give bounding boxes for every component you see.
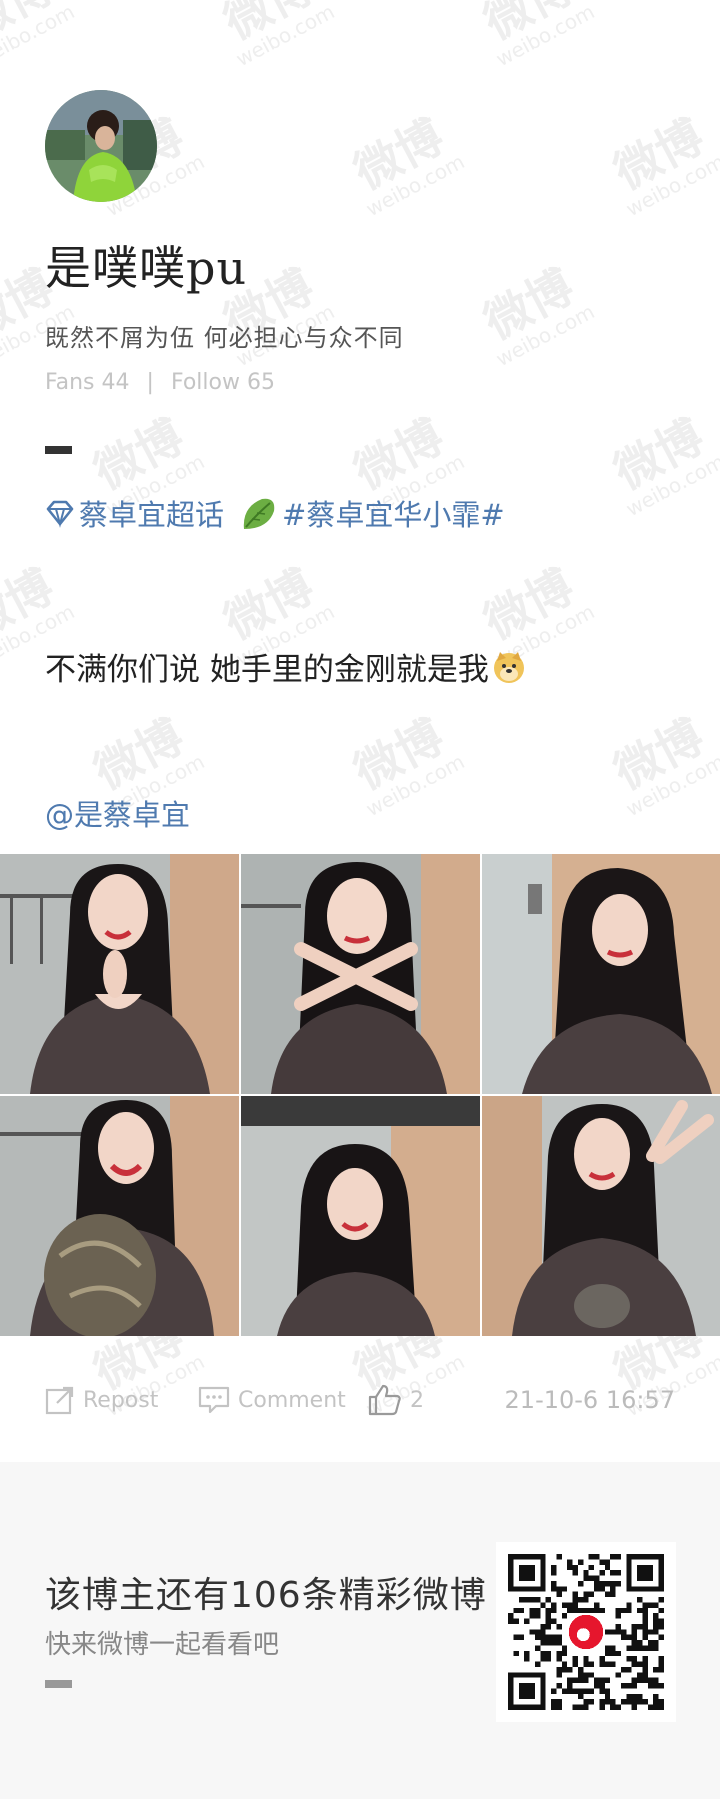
comment-button[interactable]: Comment [198, 1380, 346, 1420]
photo-grid [0, 854, 720, 1336]
super-topic-link[interactable]: 蔡卓宜超话 [79, 492, 224, 534]
post-body: 不满你们说 她手里的金刚就是我 [45, 644, 527, 689]
photo-1[interactable] [0, 854, 239, 1094]
mention-link[interactable]: @是蔡卓宜 [45, 792, 190, 834]
follow-count[interactable]: 65 [247, 370, 275, 395]
photo-3[interactable] [482, 854, 720, 1094]
post-timestamp: 21-10-6 16:57 [504, 1386, 675, 1414]
photo-5[interactable] [241, 1096, 480, 1336]
weibo-watermark: 微博weibo.com [475, 258, 599, 372]
footer-promo: 该博主还有106条精彩微博 快来微博一起看看吧 [0, 1462, 720, 1799]
like-count: 2 [410, 1387, 424, 1413]
like-button[interactable]: 2 [368, 1380, 424, 1420]
follow-label: Follow [170, 370, 240, 395]
topic-row: 蔡卓宜超话 #蔡卓宜华小霏# [45, 492, 505, 534]
stats-separator: | [146, 370, 154, 395]
user-bio: 既然不屑为伍 何必担心与众不同 [45, 324, 404, 352]
photo-4[interactable] [0, 1096, 239, 1336]
weibo-watermark: 微博weibo.com [215, 0, 339, 72]
footer-title: 该博主还有106条精彩微博 [45, 1575, 487, 1616]
photo-6[interactable] [482, 1096, 720, 1336]
avatar[interactable] [45, 90, 157, 202]
photo-2[interactable] [241, 854, 480, 1094]
weibo-watermark: 微博weibo.com [605, 408, 720, 522]
diamond-icon [46, 500, 74, 528]
qr-code[interactable] [496, 1542, 676, 1722]
weibo-watermark: 微博weibo.com [605, 708, 720, 822]
leaf-icon [243, 498, 275, 529]
post-text: 不满你们说 她手里的金刚就是我 [45, 652, 489, 688]
post-actions: Repost Comment 2 21-10-6 16:57 [45, 1380, 685, 1420]
divider [45, 446, 72, 454]
weibo-watermark: 微博weibo.com [475, 0, 599, 72]
footer-divider [45, 1680, 72, 1688]
repost-icon [45, 1386, 74, 1415]
thumbs-up-icon [368, 1384, 401, 1416]
doge-emoji-icon [493, 651, 524, 683]
comment-icon [198, 1386, 230, 1414]
weibo-watermark: 微博weibo.com [345, 108, 469, 222]
weibo-watermark: 微博weibo.com [0, 0, 79, 72]
username[interactable]: 是噗噗pu [45, 232, 247, 298]
weibo-watermark: 微博weibo.com [345, 708, 469, 822]
hashtag-link[interactable]: #蔡卓宜华小霏# [282, 492, 505, 534]
weibo-watermark: 微博weibo.com [605, 108, 720, 222]
comment-label: Comment [238, 1387, 346, 1413]
footer-subtitle: 快来微博一起看看吧 [45, 1630, 280, 1660]
user-stats: Fans 44 | Follow 65 [45, 370, 275, 395]
repost-button[interactable]: Repost [45, 1380, 158, 1420]
repost-label: Repost [83, 1387, 159, 1413]
fans-label: Fans [45, 370, 95, 395]
fans-count[interactable]: 44 [102, 370, 130, 395]
